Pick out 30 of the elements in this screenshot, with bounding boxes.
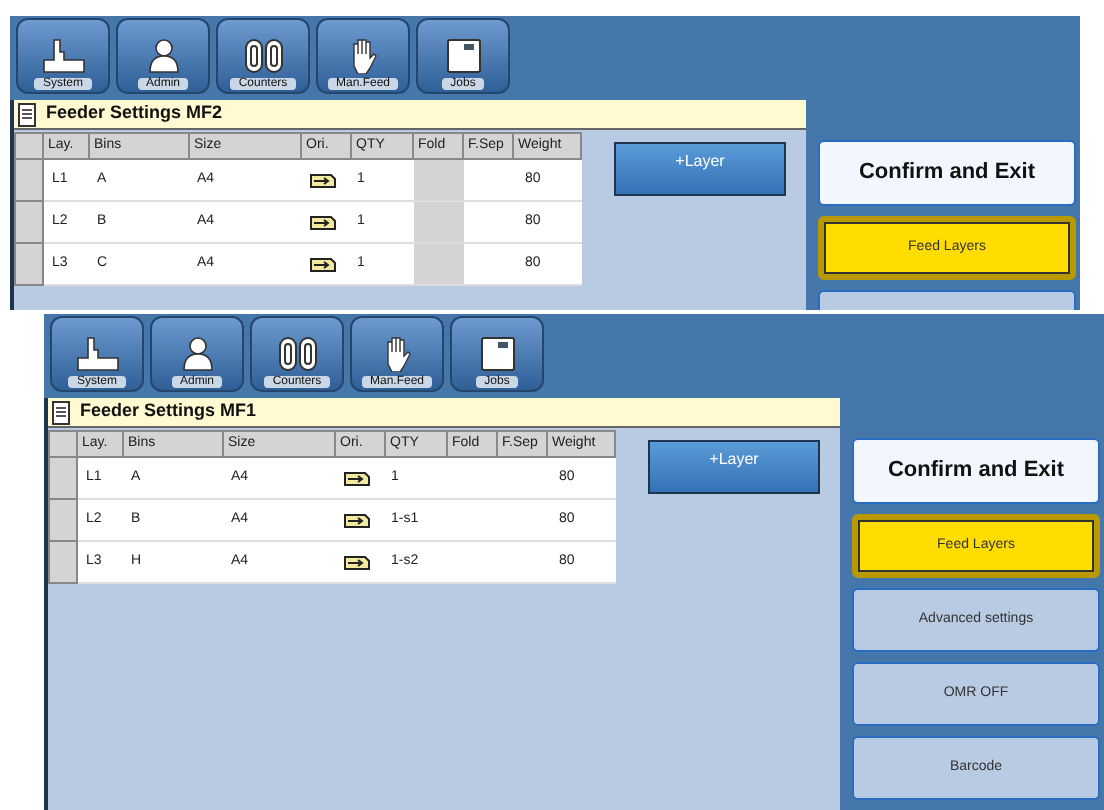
person-icon	[181, 336, 213, 372]
row-header-cell	[15, 243, 43, 285]
hand-icon	[383, 336, 411, 372]
machine-icon	[41, 38, 85, 74]
row-header-cell	[15, 201, 43, 243]
row-header-cell	[49, 541, 77, 583]
hand-icon	[349, 38, 377, 74]
row-header-cell	[49, 431, 77, 457]
orientation-icon	[309, 257, 335, 271]
notepad-icon	[18, 101, 38, 127]
orientation-icon	[309, 215, 335, 229]
orientation-icon	[343, 471, 369, 485]
counter-icon	[243, 38, 283, 74]
machine-icon	[75, 336, 119, 372]
document-icon	[445, 38, 481, 74]
panel-title: Feeder Settings MF1	[80, 398, 257, 425]
row-header-cell	[49, 499, 77, 541]
panel-title: Feeder Settings MF2	[46, 100, 223, 127]
counter-icon	[277, 336, 317, 372]
add-layer-button[interactable]: +Layer	[614, 142, 786, 196]
orientation-icon	[343, 513, 369, 527]
document-icon	[479, 336, 515, 372]
orientation-icon	[343, 555, 369, 569]
notepad-icon	[52, 399, 72, 425]
confirm-button[interactable]: Confirm and Exit	[818, 140, 1076, 206]
person-icon	[147, 38, 179, 74]
orientation-icon	[309, 173, 335, 187]
add-layer-button[interactable]: +Layer	[648, 440, 820, 494]
confirm-button[interactable]: Confirm and Exit	[852, 438, 1100, 504]
row-header-cell	[15, 133, 43, 159]
